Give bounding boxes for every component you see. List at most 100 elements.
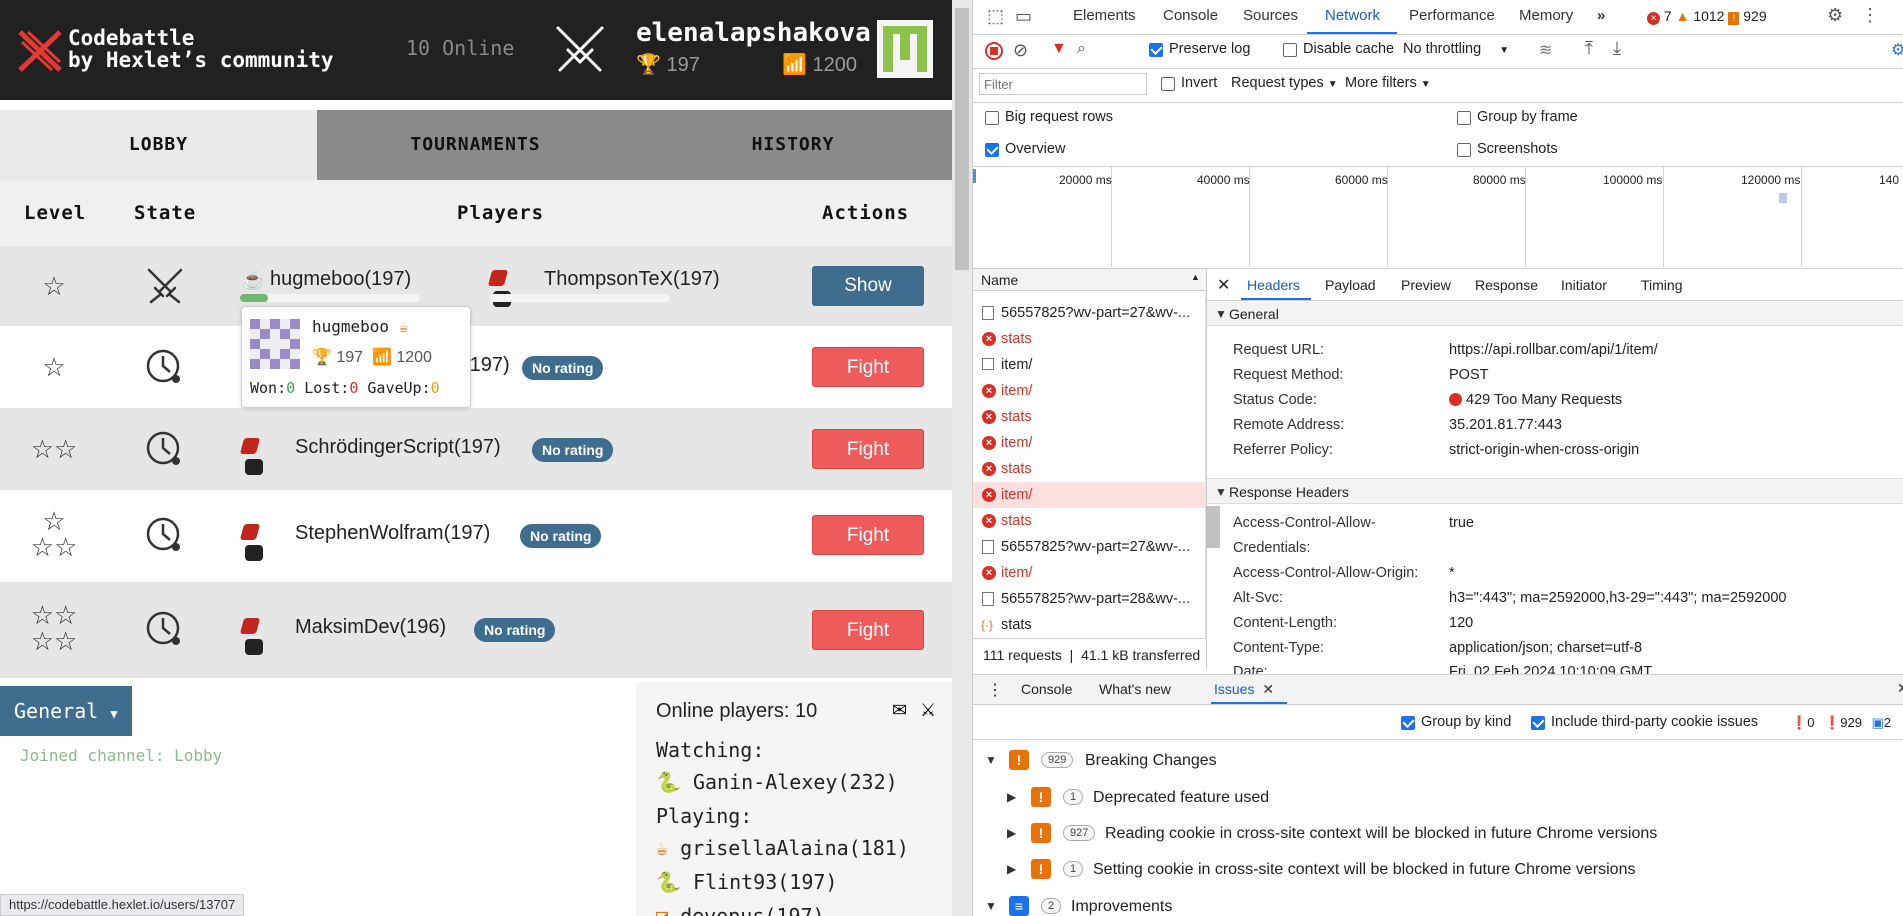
tab-timing[interactable]: Timing: [1641, 277, 1683, 293]
issue-item[interactable]: ▶ ! 1 Deprecated feature used: [973, 779, 1903, 815]
request-row[interactable]: × stats: [973, 404, 1206, 430]
network-overview-timeline[interactable]: 20000 ms 40000 ms 60000 ms 80000 ms 1000…: [973, 167, 1903, 267]
swords-icon[interactable]: ⚔: [920, 700, 936, 721]
close-drawer-icon[interactable]: ✕: [1897, 680, 1903, 697]
inspect-element-icon[interactable]: ⬚: [987, 6, 1004, 27]
request-row-selected[interactable]: × item/: [973, 482, 1206, 508]
fight-button[interactable]: Fight: [812, 610, 924, 650]
fight-button[interactable]: Fight: [812, 429, 924, 469]
drawer-tab-console[interactable]: Console: [1021, 681, 1072, 697]
tab-payload[interactable]: Payload: [1325, 277, 1376, 293]
request-types-dropdown[interactable]: Request types ▼: [1231, 75, 1338, 91]
more-options-icon[interactable]: ⋮: [1861, 5, 1879, 26]
settings-gear-icon[interactable]: ⚙: [1827, 5, 1843, 26]
request-row[interactable]: 56557825?wv-part=27&wv-...: [973, 300, 1206, 326]
brand[interactable]: Codebattle by Hexlet’s community: [18, 24, 363, 78]
request-row[interactable]: 56557825?wv-part=27&wv-...: [973, 534, 1206, 560]
import-har-icon[interactable]: ⤒: [1585, 38, 1593, 59]
request-row[interactable]: × item/: [973, 378, 1206, 404]
player-name[interactable]: SchrödingerScript(197): [295, 436, 501, 459]
tab-initiator[interactable]: Initiator: [1561, 277, 1607, 293]
response-headers-section-header[interactable]: ▼ Response Headers: [1207, 478, 1903, 504]
device-toolbar-icon[interactable]: ▭: [1015, 6, 1032, 27]
request-row[interactable]: × stats: [973, 456, 1206, 482]
filter-icon[interactable]: ▼: [1051, 40, 1067, 58]
tab-sources[interactable]: Sources: [1243, 7, 1298, 24]
tab-elements[interactable]: Elements: [1073, 7, 1136, 24]
request-row[interactable]: × stats: [973, 326, 1206, 352]
tab-performance[interactable]: Performance: [1409, 7, 1495, 24]
drawer-tab-whats-new[interactable]: What's new: [1099, 681, 1171, 697]
requests-header[interactable]: Name ▲: [973, 269, 1206, 291]
tab-response[interactable]: Response: [1475, 277, 1538, 293]
console-counts[interactable]: × 7 ▲ 1012 ! 929: [1647, 8, 1767, 25]
tab-tournaments[interactable]: TOURNAMENTS: [317, 110, 634, 180]
request-row[interactable]: item/: [973, 352, 1206, 378]
throttling-select[interactable]: No throttling ▼: [1403, 41, 1509, 57]
issue-group[interactable]: ▼ ≡ 2 Improvements: [973, 888, 1903, 916]
tab-memory[interactable]: Memory: [1519, 7, 1573, 24]
error-icon: ×: [982, 514, 996, 528]
network-conditions-icon[interactable]: ≋: [1539, 40, 1552, 60]
fight-button[interactable]: Fight: [812, 515, 924, 555]
search-icon[interactable]: ⌕: [1077, 40, 1086, 58]
online-user[interactable]: ◪ devopus(197): [656, 904, 825, 916]
screenshots-checkbox[interactable]: [1457, 143, 1471, 157]
request-name: stats: [1001, 409, 1032, 425]
record-stop-icon[interactable]: [985, 42, 1003, 60]
preserve-log-checkbox[interactable]: [1149, 43, 1163, 57]
more-tabs-icon[interactable]: »: [1597, 7, 1605, 24]
disable-cache-checkbox[interactable]: [1283, 43, 1297, 57]
issues-toolbar: Group by kind Include third-party cookie…: [973, 706, 1903, 740]
issue-item[interactable]: ▶ ! 927 Reading cookie in cross-site con…: [973, 815, 1903, 851]
requests-scrollbar[interactable]: [1206, 506, 1220, 548]
fight-button[interactable]: Fight: [812, 347, 924, 387]
close-icon[interactable]: ✕: [1217, 275, 1230, 295]
online-user[interactable]: 🐍 Ganin-Alexey(232): [656, 770, 898, 794]
drawer-menu-icon[interactable]: ⋮: [987, 680, 1003, 700]
online-user[interactable]: 🐍 Flint93(197): [656, 870, 837, 894]
request-row[interactable]: × stats: [973, 508, 1206, 534]
channel-dropdown[interactable]: General ▼: [0, 686, 132, 736]
group-by-kind-checkbox[interactable]: [1401, 716, 1415, 730]
username[interactable]: elenalapshakova: [636, 18, 871, 48]
request-row[interactable]: 56557825?wv-part=28&wv-...: [973, 586, 1206, 612]
issue-group[interactable]: ▼ ! 929 Breaking Changes: [973, 742, 1903, 778]
request-row[interactable]: {·} stats: [973, 612, 1206, 638]
filter-input[interactable]: [979, 73, 1147, 95]
show-button[interactable]: Show: [812, 266, 924, 306]
player-name[interactable]: ThompsonTeX(197): [544, 268, 720, 291]
request-row[interactable]: × item/: [973, 430, 1206, 456]
tab-lobby[interactable]: LOBBY: [0, 110, 317, 180]
close-icon[interactable]: ✕: [1262, 681, 1274, 697]
invert-checkbox[interactable]: [1161, 77, 1175, 91]
tab-headers[interactable]: Headers: [1247, 277, 1300, 293]
issue-item[interactable]: ▶ ! 1 Setting cookie in cross-site conte…: [973, 851, 1903, 887]
request-row[interactable]: × item/: [973, 560, 1206, 586]
tab-network[interactable]: Network: [1325, 7, 1380, 24]
more-filters-dropdown[interactable]: More filters ▼: [1345, 75, 1431, 91]
tab-preview[interactable]: Preview: [1401, 277, 1451, 293]
player-name[interactable]: StephenWolfram(197): [295, 522, 490, 545]
tab-history[interactable]: HISTORY: [634, 110, 952, 180]
third-party-checkbox[interactable]: [1531, 716, 1545, 730]
header-key: Content-Type:: [1233, 640, 1325, 656]
overview-checkbox[interactable]: [985, 143, 999, 157]
network-settings-icon[interactable]: ⚙: [1891, 40, 1903, 60]
online-user[interactable]: ☕ grisellaAlaina(181): [656, 836, 909, 860]
big-request-rows-checkbox[interactable]: [985, 111, 999, 125]
export-har-icon[interactable]: ⤓: [1613, 38, 1621, 59]
page-scrollbar-thumb[interactable]: [955, 8, 969, 270]
drawer-tab-issues[interactable]: Issues ✕: [1214, 681, 1274, 698]
group-by-frame-checkbox[interactable]: [1457, 111, 1471, 125]
avatar[interactable]: [877, 20, 933, 78]
clear-icon[interactable]: ⊘: [1013, 40, 1028, 61]
tab-console[interactable]: Console: [1163, 7, 1218, 24]
player-name[interactable]: MaksimDev(196): [295, 616, 446, 639]
crossed-swords-icon[interactable]: [552, 22, 608, 78]
player-name[interactable]: hugmeboo(197): [270, 268, 411, 291]
column-players: Players: [457, 202, 545, 224]
timeline-label: 140: [1879, 173, 1900, 187]
general-section-header[interactable]: ▼ General: [1207, 302, 1903, 326]
envelope-icon[interactable]: ✉: [892, 700, 907, 721]
